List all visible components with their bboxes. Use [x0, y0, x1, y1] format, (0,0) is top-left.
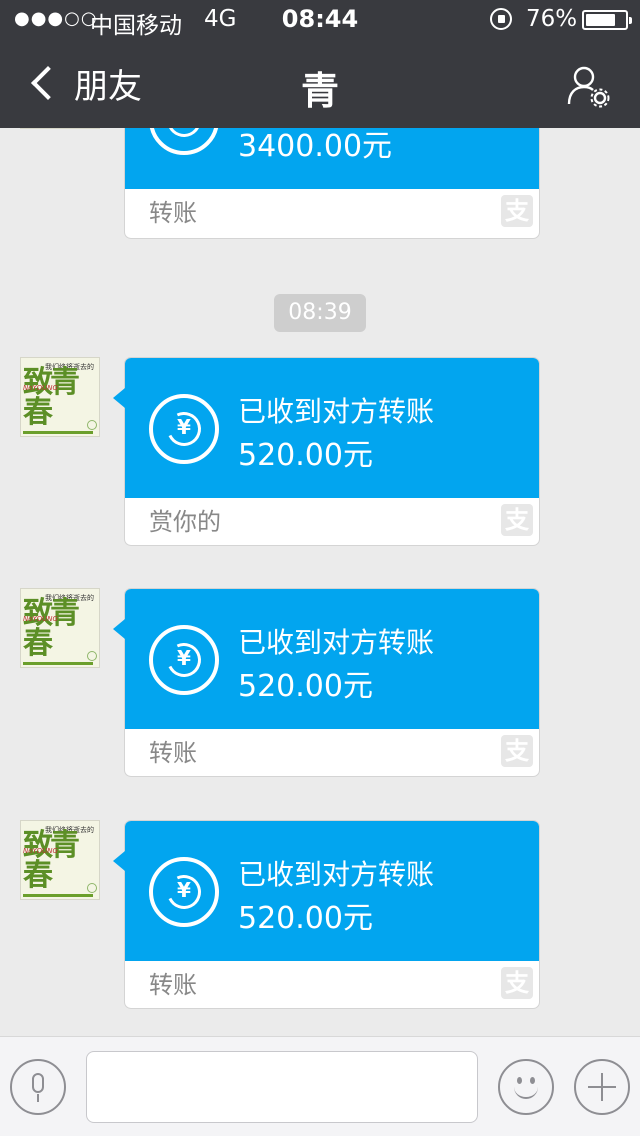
transfer-title: 已收到对方转账 — [238, 395, 435, 428]
alipay-icon: 支 — [501, 967, 533, 999]
avatar-stamp — [87, 420, 97, 430]
transfer-amount: 520.00元 — [238, 669, 373, 704]
sender-avatar[interactable]: 我们终将逝去的 致青春 NoYOUNG — [20, 588, 100, 668]
yen-symbol: ¥ — [177, 878, 191, 902]
avatar-stamp — [87, 883, 97, 893]
voice-button[interactable] — [10, 1059, 66, 1115]
avatar-subtitle: NoYOUNG — [23, 847, 58, 855]
yen-symbol: ¥ — [177, 415, 191, 439]
transfer-note: 转账 — [149, 971, 197, 999]
smiley-icon — [517, 1077, 522, 1084]
chat-area[interactable]: ¥ 3400.00元 转账 支 08:39 我们终将逝去的 致青春 NoYOUN… — [0, 128, 640, 1036]
transfer-title: 已收到对方转账 — [238, 858, 435, 891]
person-gear-icon[interactable] — [566, 64, 610, 108]
status-bar: ●●●○○ 中国移动 4G 08:44 76% — [0, 0, 640, 40]
transfer-amount: 3400.00元 — [238, 129, 393, 164]
transfer-card[interactable]: ¥ 已收到对方转账 520.00元 转账 支 — [113, 820, 540, 1009]
yen-transfer-icon: ¥ — [149, 625, 219, 695]
alipay-icon: 支 — [501, 195, 533, 227]
chat-title: 青 — [300, 69, 339, 113]
nav-bar: 朋友 青 — [0, 40, 640, 128]
avatar-title: 致青春 — [23, 828, 80, 893]
transfer-amount: 520.00元 — [238, 901, 373, 936]
yen-symbol: ¥ — [177, 646, 191, 670]
transfer-card[interactable]: ¥ 3400.00元 转账 支 — [124, 128, 540, 239]
transfer-note: 转账 — [149, 199, 197, 227]
avatar-stripe — [23, 662, 93, 665]
transfer-card[interactable]: ¥ 已收到对方转账 520.00元 转账 支 — [113, 588, 540, 777]
alipay-icon: 支 — [501, 735, 533, 767]
avatar-subtitle: NoYOUNG — [23, 384, 58, 392]
emoji-button[interactable] — [498, 1059, 554, 1115]
avatar-stripe — [23, 431, 93, 434]
yen-transfer-icon: ¥ — [149, 128, 219, 155]
sender-avatar[interactable]: 我们终将逝去的 致青春 NoYOUNG — [20, 357, 100, 437]
top-bar: ●●●○○ 中国移动 4G 08:44 76% 朋友 青 — [0, 0, 640, 128]
more-button[interactable] — [574, 1059, 630, 1115]
transfer-card[interactable]: ¥ 已收到对方转账 520.00元 赏你的 支 — [113, 357, 540, 546]
transfer-card-header: ¥ 已收到对方转账 520.00元 — [125, 821, 539, 961]
battery-icon — [582, 10, 632, 30]
avatar-subtitle: NoYOUNG — [23, 615, 58, 623]
transfer-note: 赏你的 — [149, 508, 221, 536]
yen-transfer-icon: ¥ — [149, 394, 219, 464]
alipay-icon: 支 — [501, 504, 533, 536]
avatar-stamp — [87, 651, 97, 661]
rotation-lock-icon — [490, 8, 512, 30]
avatar-stripe — [23, 894, 93, 897]
message-input[interactable] — [86, 1051, 478, 1123]
battery-percentage: 76% — [526, 6, 578, 32]
transfer-card-header: ¥ 已收到对方转账 520.00元 — [125, 358, 539, 498]
yen-symbol: ¥ — [153, 128, 215, 130]
sender-avatar[interactable] — [20, 128, 100, 129]
avatar-title: 致青春 — [23, 596, 80, 661]
battery-fill — [586, 14, 615, 26]
microphone-icon — [32, 1073, 44, 1093]
yen-transfer-icon: ¥ — [149, 857, 219, 927]
transfer-card-header: ¥ 3400.00元 — [125, 128, 539, 189]
transfer-title: 已收到对方转账 — [238, 626, 435, 659]
time-divider: 08:39 — [274, 294, 366, 332]
transfer-amount: 520.00元 — [238, 438, 373, 473]
transfer-card-header: ¥ 已收到对方转账 520.00元 — [125, 589, 539, 729]
input-bar — [0, 1036, 640, 1136]
avatar-title: 致青春 — [23, 365, 80, 430]
sender-avatar[interactable]: 我们终将逝去的 致青春 NoYOUNG — [20, 820, 100, 900]
transfer-note: 转账 — [149, 739, 197, 767]
